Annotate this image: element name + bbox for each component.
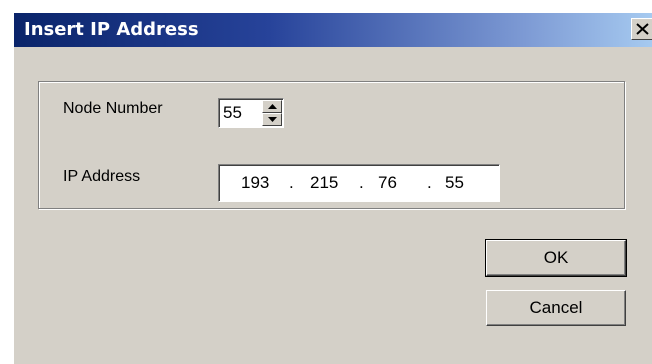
ip-octet-2[interactable]: 215 (310, 173, 338, 193)
dialog-title: Insert IP Address (24, 19, 199, 40)
settings-group-box: Node Number 55 IP Address 193 . 215 . 76… (38, 81, 625, 209)
node-number-spin-buttons (262, 100, 282, 126)
title-bar[interactable]: Insert IP Address (14, 13, 652, 47)
cancel-button[interactable]: Cancel (486, 290, 626, 326)
ip-separator: . (289, 173, 294, 192)
node-number-spinner[interactable]: 55 (218, 98, 284, 128)
spin-down-arrow-icon (268, 117, 277, 122)
ip-separator: . (359, 173, 364, 192)
close-button[interactable] (631, 18, 652, 40)
close-icon (636, 23, 649, 35)
insert-ip-address-dialog: Insert IP Address Node Number 55 IP Addr… (13, 12, 652, 364)
node-number-label: Node Number (63, 100, 163, 117)
ip-octet-4[interactable]: 55 (445, 173, 464, 193)
ip-octet-3[interactable]: 76 (378, 173, 397, 193)
spin-up-button[interactable] (262, 100, 282, 113)
spin-up-arrow-icon (268, 104, 277, 109)
ok-button[interactable]: OK (485, 239, 627, 277)
ip-address-field[interactable]: 193 . 215 . 76 . 55 (218, 164, 500, 202)
ip-octet-1[interactable]: 193 (241, 173, 269, 193)
spin-down-button[interactable] (262, 113, 282, 126)
ip-separator: . (427, 173, 432, 192)
ip-address-label: IP Address (63, 168, 141, 185)
node-number-value[interactable]: 55 (223, 103, 242, 123)
